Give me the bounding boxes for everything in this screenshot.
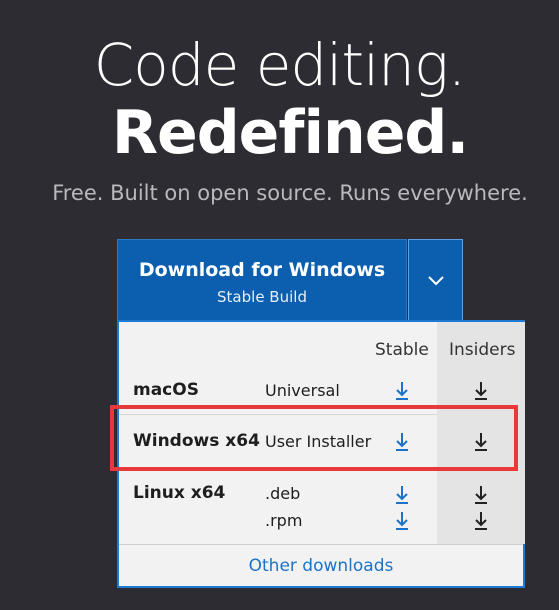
download-button-title: Download for Windows [138, 259, 386, 281]
hero-line-1: Code editing. [93, 31, 466, 99]
highlight-box [110, 405, 518, 471]
download-icon-stable-linux-rpm[interactable] [395, 511, 409, 531]
other-downloads-link[interactable]: Other downloads [119, 556, 523, 576]
column-header-insiders: Insiders [449, 340, 516, 360]
download-icon-insiders-linux-deb[interactable] [474, 485, 488, 505]
variant-macos-universal: Universal [265, 381, 340, 400]
variant-linux-rpm: .rpm [265, 511, 303, 530]
download-for-windows-button[interactable]: Download for Windows Stable Build [117, 239, 407, 321]
download-button-subtitle: Stable Build [217, 288, 307, 306]
download-options-toggle[interactable] [408, 239, 463, 321]
chevron-down-icon [427, 276, 444, 286]
column-header-stable: Stable [375, 340, 429, 360]
tagline: Free. Built on open source. Runs everywh… [52, 181, 528, 205]
download-icon-insiders-macos[interactable] [474, 381, 488, 401]
os-name-linux-x64: Linux x64 [133, 483, 226, 503]
download-icon-stable-macos[interactable] [395, 381, 409, 401]
footer-separator [119, 544, 523, 545]
download-icon-insiders-linux-rpm[interactable] [474, 511, 488, 531]
download-icon-stable-linux-deb[interactable] [395, 485, 409, 505]
variant-linux-deb: .deb [265, 484, 301, 503]
os-name-macos: macOS [133, 380, 199, 400]
hero-line-2: Redefined. [111, 98, 469, 168]
